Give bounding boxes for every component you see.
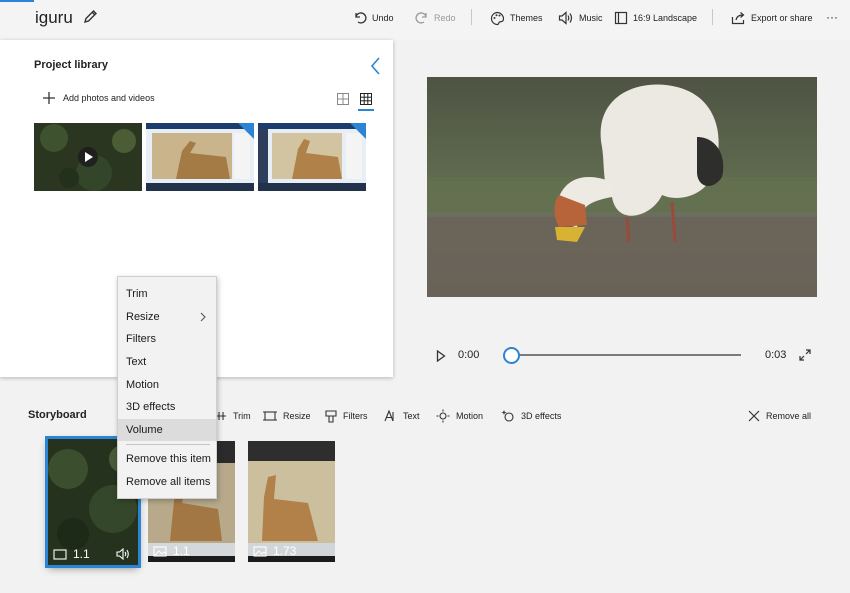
add-photos-button[interactable]: Add photos and videos	[42, 91, 155, 105]
speaker-icon	[558, 11, 573, 25]
text-icon	[384, 410, 394, 422]
resize-tool-button[interactable]: Resize	[263, 408, 311, 424]
accent-line	[0, 0, 34, 2]
menu-item-remove-all[interactable]: Remove all items	[118, 471, 216, 493]
video-clip-icon	[53, 548, 67, 560]
clip-footer: 1.1	[48, 543, 138, 565]
video-preview[interactable]	[427, 77, 817, 297]
menu-item-remove-this[interactable]: Remove this item	[118, 448, 216, 470]
clip-duration: 1.1	[173, 544, 190, 558]
share-icon	[731, 12, 745, 25]
stork-image	[427, 77, 817, 297]
current-time: 0:00	[458, 349, 480, 361]
view-selected-indicator	[358, 109, 374, 111]
music-label: Music	[579, 13, 603, 23]
menu-item-volume[interactable]: Volume	[118, 419, 216, 441]
pencil-icon[interactable]	[82, 9, 98, 25]
redo-icon	[415, 12, 427, 24]
library-thumbnail-screenshot[interactable]	[146, 123, 254, 191]
filters-tool-button[interactable]: Filters	[325, 408, 368, 424]
play-icon[interactable]	[436, 350, 446, 362]
library-title: Project library	[34, 59, 108, 71]
project-title[interactable]: iguru	[35, 8, 73, 28]
toolbar-divider	[471, 9, 472, 25]
menu-item-text[interactable]: Text	[118, 351, 216, 373]
menu-item-motion[interactable]: Motion	[118, 374, 216, 396]
motion-icon	[436, 409, 450, 423]
filters-tool-label: Filters	[343, 411, 368, 421]
image-clip-icon	[153, 545, 167, 557]
selection-corner-tag	[238, 123, 254, 139]
aspect-ratio-icon	[614, 11, 628, 25]
text-tool-label: Text	[403, 411, 420, 421]
undo-label: Undo	[372, 13, 394, 23]
clip-duration: 1.73	[273, 544, 297, 558]
seek-track[interactable]	[514, 354, 741, 356]
library-thumbnail-screenshot[interactable]	[258, 123, 366, 191]
redo-label: Redo	[434, 13, 456, 23]
clip-footer: 1.73	[248, 540, 335, 562]
trim-tool-label: Trim	[233, 411, 251, 421]
aspect-ratio-label: 16:9 Landscape	[633, 13, 698, 23]
duration-time: 0:03	[765, 349, 787, 361]
chevron-left-icon[interactable]	[368, 56, 384, 76]
library-thumbnail-video[interactable]	[34, 123, 142, 191]
aspect-ratio-button[interactable]: 16:9 Landscape	[614, 10, 697, 26]
undo-button[interactable]: Undo	[353, 10, 394, 26]
palette-icon	[490, 11, 505, 25]
resize-tool-label: Resize	[283, 411, 311, 421]
redo-button[interactable]: Redo	[415, 10, 456, 26]
text-tool-button[interactable]: Text	[384, 408, 420, 424]
clip-footer: 1.1	[148, 540, 235, 562]
add-photos-label: Add photos and videos	[63, 93, 155, 103]
seek-slider-thumb[interactable]	[503, 347, 520, 364]
fullscreen-icon[interactable]	[799, 349, 811, 361]
trim-tool-button[interactable]: Trim	[215, 408, 251, 424]
volume-icon[interactable]	[116, 548, 130, 560]
menu-item-trim[interactable]: Trim	[118, 283, 216, 305]
image-clip-icon	[253, 545, 267, 557]
close-icon	[748, 410, 760, 422]
3d-effects-tool-label: 3D effects	[521, 411, 562, 421]
themes-label: Themes	[510, 13, 543, 23]
clip-footer-bar	[148, 556, 235, 562]
menu-item-filters[interactable]: Filters	[118, 328, 216, 350]
clip-duration: 1.1	[73, 547, 90, 561]
clip-context-menu: Trim Resize Filters Text Motion 3D effec…	[117, 276, 217, 499]
export-label: Export or share	[751, 13, 813, 23]
menu-item-3d-effects[interactable]: 3D effects	[118, 396, 216, 418]
remove-all-button[interactable]: Remove all	[748, 408, 811, 424]
large-grid-icon[interactable]	[337, 93, 349, 105]
plus-icon	[43, 92, 55, 104]
filters-icon	[325, 409, 337, 423]
leaves-image	[34, 123, 142, 191]
menu-item-resize-label: Resize	[126, 311, 160, 323]
chevron-right-icon	[200, 312, 206, 322]
3d-effects-icon	[501, 410, 514, 422]
toolbar-divider	[712, 9, 713, 25]
more-options-button[interactable]: ···	[826, 9, 838, 25]
motion-tool-button[interactable]: Motion	[436, 408, 483, 424]
resize-icon	[263, 411, 277, 421]
small-grid-icon[interactable]	[360, 93, 372, 105]
themes-button[interactable]: Themes	[490, 10, 543, 26]
menu-item-resize[interactable]: Resize	[118, 306, 216, 328]
music-button[interactable]: Music	[558, 10, 603, 26]
storyboard-clip-image[interactable]: 1.73	[248, 441, 335, 562]
undo-icon	[355, 12, 367, 24]
export-button[interactable]: Export or share	[731, 10, 813, 26]
motion-tool-label: Motion	[456, 411, 484, 421]
3d-effects-tool-button[interactable]: 3D effects	[501, 408, 561, 424]
menu-separator	[126, 444, 210, 445]
more-options-label: ···	[826, 10, 838, 24]
storyboard-title: Storyboard	[28, 409, 87, 421]
selection-corner-tag	[350, 123, 366, 139]
remove-all-label: Remove all	[766, 411, 812, 421]
